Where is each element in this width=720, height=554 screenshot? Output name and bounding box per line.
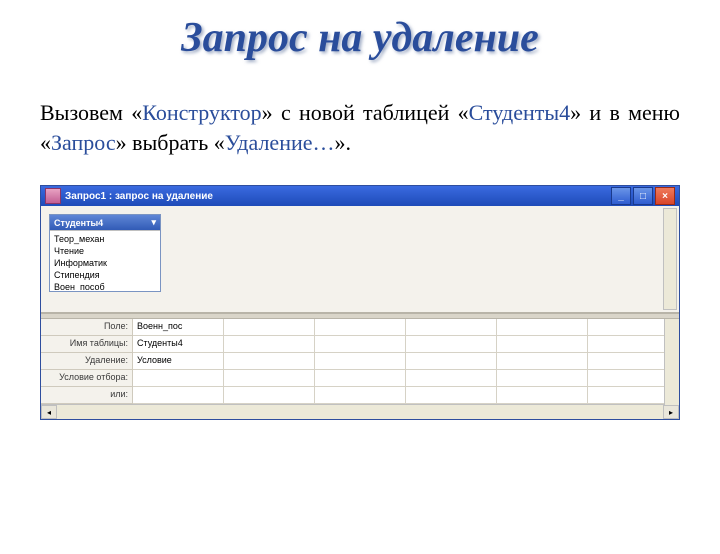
text: » с новой таблицей «: [262, 100, 469, 125]
grid-cell[interactable]: [224, 336, 315, 353]
tables-pane[interactable]: Студенты4 ▾ Теор_механ Чтение Информатик…: [41, 206, 679, 313]
list-item[interactable]: Чтение: [52, 245, 158, 257]
grid-cell[interactable]: Военн_пос: [133, 319, 224, 336]
grid-cell[interactable]: [497, 370, 588, 387]
close-button[interactable]: ×: [655, 187, 675, 205]
grid-cell[interactable]: [224, 370, 315, 387]
grid-cell[interactable]: [315, 353, 406, 370]
grid-cell[interactable]: [406, 336, 497, 353]
vertical-scrollbar[interactable]: [664, 319, 679, 405]
row-label: Условие отбора:: [41, 370, 133, 387]
scroll-left-icon[interactable]: ◂: [41, 405, 57, 419]
design-grid[interactable]: Поле: Военн_пос Имя таблицы: Студенты4 У…: [41, 319, 679, 404]
keyword: Удаление…: [225, 130, 335, 155]
table-box[interactable]: Студенты4 ▾ Теор_механ Чтение Информатик…: [49, 214, 161, 292]
grid-cell[interactable]: [224, 353, 315, 370]
grid-cell[interactable]: Студенты4: [133, 336, 224, 353]
text: » выбрать «: [116, 130, 225, 155]
keyword: Студенты4: [469, 100, 570, 125]
description-text: Вызовем «Конструктор» с новой таблицей «…: [40, 98, 680, 157]
text: ».: [335, 130, 352, 155]
grid-cell[interactable]: [497, 387, 588, 404]
maximize-button[interactable]: □: [633, 187, 653, 205]
row-label: Поле:: [41, 319, 133, 336]
grid-cell[interactable]: [406, 370, 497, 387]
grid-cell[interactable]: [315, 370, 406, 387]
list-item[interactable]: Стипендия: [52, 269, 158, 281]
minimize-button[interactable]: _: [611, 187, 631, 205]
grid-cell[interactable]: [406, 387, 497, 404]
chevron-down-icon[interactable]: ▾: [151, 217, 156, 228]
grid-cell[interactable]: [224, 387, 315, 404]
scroll-track[interactable]: [57, 405, 663, 419]
grid-cell[interactable]: [133, 387, 224, 404]
grid-cell[interactable]: [224, 319, 315, 336]
query-designer-window: Запрос1 : запрос на удаление _ □ × Студе…: [40, 185, 680, 420]
scroll-right-icon[interactable]: ▸: [663, 405, 679, 419]
keyword: Запрос: [51, 130, 116, 155]
table-box-title: Студенты4: [54, 218, 103, 228]
grid-cell[interactable]: [497, 336, 588, 353]
window-title: Запрос1 : запрос на удаление: [65, 191, 607, 202]
vertical-scrollbar[interactable]: [663, 208, 677, 310]
grid-cell[interactable]: [133, 370, 224, 387]
list-item[interactable]: Информатик: [52, 257, 158, 269]
list-item[interactable]: Теор_механ: [52, 233, 158, 245]
app-icon: [45, 188, 61, 204]
grid-cell[interactable]: Условие: [133, 353, 224, 370]
keyword: Конструктор: [142, 100, 261, 125]
grid-cell[interactable]: [406, 353, 497, 370]
text: Вызовем «: [40, 100, 142, 125]
grid-cell[interactable]: [315, 319, 406, 336]
horizontal-scrollbar[interactable]: ◂ ▸: [41, 404, 679, 419]
row-label: или:: [41, 387, 133, 404]
grid-cell[interactable]: [497, 353, 588, 370]
grid-cell[interactable]: [497, 319, 588, 336]
grid-cell[interactable]: [315, 387, 406, 404]
row-label: Удаление:: [41, 353, 133, 370]
grid-cell[interactable]: [406, 319, 497, 336]
field-list[interactable]: Теор_механ Чтение Информатик Стипендия В…: [50, 230, 160, 291]
row-label: Имя таблицы:: [41, 336, 133, 353]
titlebar[interactable]: Запрос1 : запрос на удаление _ □ ×: [41, 186, 679, 206]
page-title: Запрос на удаление: [0, 14, 720, 62]
grid-cell[interactable]: [315, 336, 406, 353]
list-item[interactable]: Воен_пособ: [52, 281, 158, 291]
